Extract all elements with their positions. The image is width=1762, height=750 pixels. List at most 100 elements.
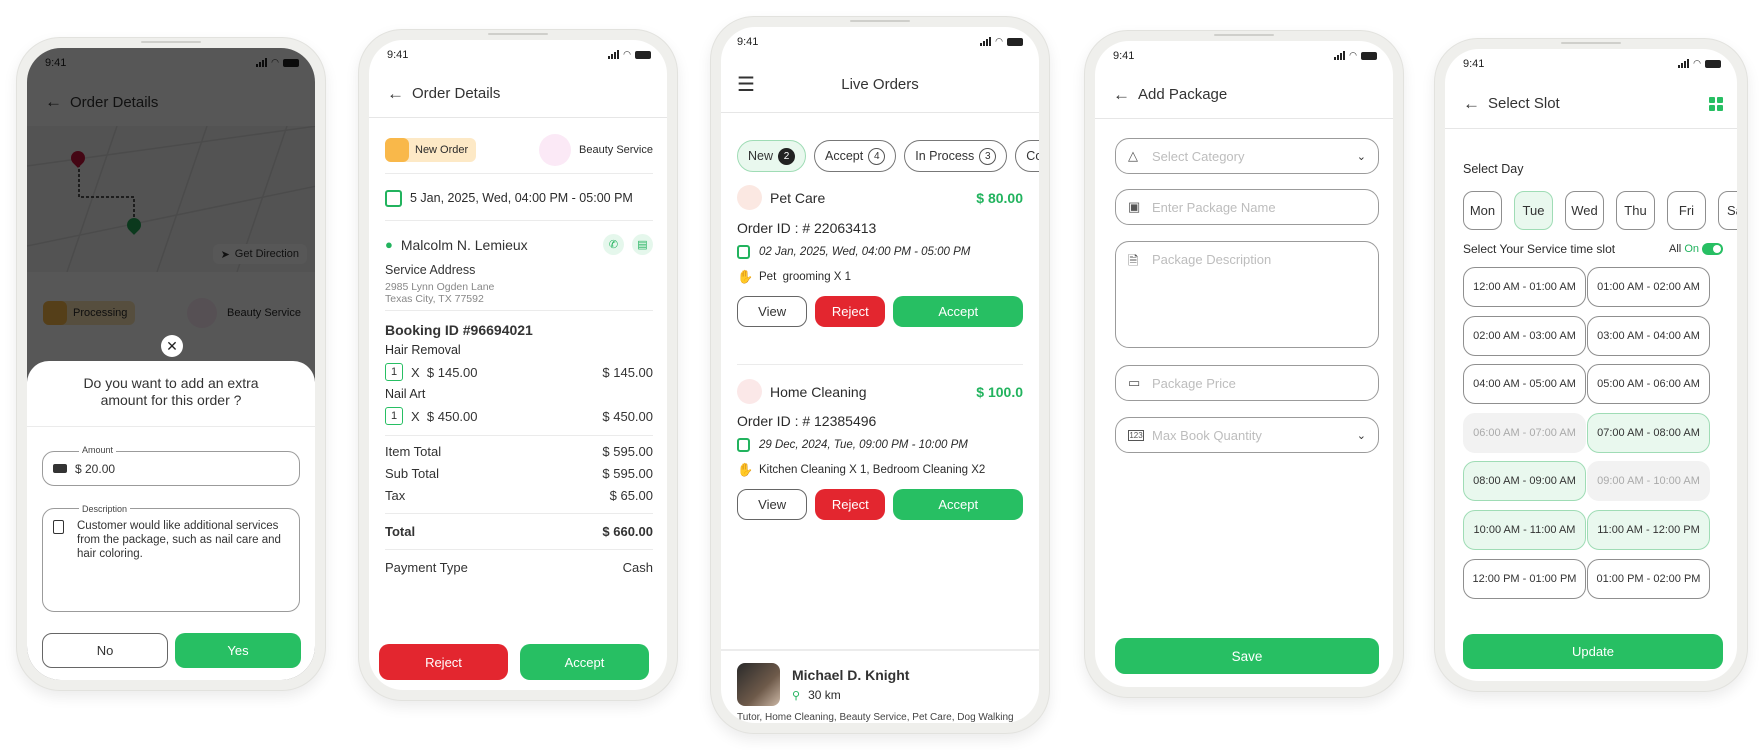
tab-accept[interactable]: Accept 4 [814,140,897,172]
home-cleaning-icon [737,379,762,404]
service-name: Pet Care [770,189,826,206]
time-slot[interactable]: 11:00 AM - 12:00 PM [1587,510,1710,550]
signal-icon [980,37,992,46]
back-arrow-icon[interactable]: ← [387,84,404,104]
page-title: Select Slot [1488,95,1560,112]
item-unit-price: X $ 450.00 [411,408,478,424]
item-hair-removal: Hair Removal 1 X $ 145.00 $ 145.00 [385,343,653,381]
package-description-input[interactable]: 🗎 Package Description [1115,241,1379,348]
order-id: Order ID : # 22063413 [737,220,877,236]
category-select[interactable]: △ Select Category ⌄ [1115,138,1379,174]
time-slot[interactable]: 01:00 AM - 02:00 AM [1587,267,1710,307]
view-button[interactable]: View [737,296,808,327]
yes-button[interactable]: Yes [175,633,301,668]
package-description-placeholder: Package Description [1152,252,1272,267]
order-datetime: 02 Jan, 2025, Wed, 04:00 PM - 05:00 PM [759,246,971,258]
time-slot-header: Select Your Service time slot All On [1463,242,1723,256]
provider-card[interactable]: Michael D. Knight ⚲ 30 km Tutor, Home Cle… [721,649,1039,723]
description-field[interactable]: Description Customer would like addition… [42,502,300,612]
summary-label: Sub Total [385,466,439,481]
phone-notch [1214,34,1274,36]
status-icons: ◠ [1678,58,1721,69]
update-button[interactable]: Update [1463,634,1723,669]
screen: 9:41 ◠ ← Select Slot Select Day Mon Tue … [1445,49,1737,681]
signal-icon [1334,51,1346,60]
description-value: Customer would like additional services … [77,520,281,560]
grid-view-icon[interactable] [1709,97,1723,111]
time-slot[interactable]: 12:00 AM - 01:00 AM [1463,267,1586,307]
time-slot[interactable]: 02:00 AM - 03:00 AM [1463,315,1586,356]
package-name-input[interactable]: ▣ Enter Package Name [1115,189,1379,225]
amount-field[interactable]: Amount $ 20.00 [42,445,300,486]
day-fri[interactable]: Fri [1667,191,1706,230]
document-icon: 🗎 [1128,253,1139,268]
wifi-icon: ◠ [995,36,1003,46]
time-slot[interactable]: 04:00 AM - 05:00 AM [1463,364,1586,405]
all-slots-toggle[interactable] [1702,243,1723,255]
screen: 9:41 ◠ ☰ Live Orders New 2 Accept 4 In Pro… [721,27,1039,723]
item-name: Nail Art [385,387,426,401]
screen: 9:41 ◠ ← Order Details ➤Get Direction Pr… [27,48,315,680]
max-quantity-select[interactable]: 123 Max Book Quantity ⌄ [1115,417,1379,453]
back-arrow-icon[interactable]: ← [1113,85,1130,105]
status-icons: ◠ [980,36,1023,47]
day-wed[interactable]: Wed [1565,191,1604,230]
tab-count: 4 [868,147,886,165]
back-arrow-icon[interactable]: ← [1463,94,1480,114]
reject-button[interactable]: Reject [815,296,886,327]
summary-tax: Tax $ 65.00 [385,488,653,503]
screen: 9:41 ◠ ← Order Details New Order Beauty … [369,40,667,690]
view-button[interactable]: View [737,489,808,520]
service-label: Beauty Service [579,143,653,156]
time-slot[interactable]: 03:00 AM - 04:00 AM [1587,315,1710,356]
page-title: Order Details [412,85,501,102]
order-price: $ 100.0 [976,383,1023,400]
time-slot[interactable]: 10:00 AM - 11:00 AM [1463,510,1586,550]
tab-new[interactable]: New 2 [737,140,807,172]
accept-button[interactable]: Accept [520,644,649,680]
day-mon[interactable]: Mon [1463,191,1502,230]
menu-icon[interactable]: ☰ [737,72,755,97]
close-dialog-button[interactable]: ✕ [161,335,183,357]
time-slot-label: Select Your Service time slot [1463,242,1616,256]
order-id: Order ID : # 12385496 [737,413,877,429]
page-title: Add Package [1138,86,1228,103]
reject-button[interactable]: Reject [379,644,508,680]
package-price-input[interactable]: ▭ Package Price [1115,365,1379,401]
phone-live-orders: 9:41 ◠ ☰ Live Orders New 2 Accept 4 In Pro… [710,16,1050,734]
call-button[interactable]: ✆ [603,234,624,255]
header: ☰ Live Orders [721,57,1039,113]
item-nail-art: Nail Art 1 X $ 450.00 $ 450.00 [385,387,653,425]
time-slot[interactable]: 12:00 PM - 01:00 PM [1463,558,1586,599]
time-slot[interactable]: 07:00 AM - 08:00 AM [1587,412,1710,453]
document-icon [53,520,64,534]
order-card: Home Cleaning $ 100.0 Order ID : # 123854… [737,379,1023,549]
tab-in-process[interactable]: In Process 3 [904,140,1008,172]
tab-count: 3 [979,147,997,165]
summary-value: $ 595.00 [602,466,653,481]
time-slot[interactable]: 01:00 PM - 02:00 PM [1587,558,1710,599]
accept-button[interactable]: Accept [893,296,1023,327]
time-slot[interactable]: 08:00 AM - 09:00 AM [1463,461,1586,502]
day-thu[interactable]: Thu [1616,191,1655,230]
tab-completed[interactable]: Comp [1015,140,1039,172]
save-button[interactable]: Save [1115,638,1379,674]
status-bar: 9:41 ◠ [1445,49,1737,79]
phone-notch [141,41,201,43]
provider-avatar [737,663,780,706]
time-slot[interactable]: 05:00 AM - 06:00 AM [1587,364,1710,405]
tab-label: In Process [915,149,975,163]
chat-button[interactable]: ▤ [632,234,653,255]
item-name: Hair Removal [385,343,461,357]
accept-button[interactable]: Accept [893,489,1023,520]
all-label: All [1669,243,1682,255]
status-time: 9:41 [387,49,409,61]
screen: 9:41 ◠ ← Add Package △ Select Category ⌄ ▣… [1095,41,1393,687]
day-tue[interactable]: Tue [1514,191,1553,230]
day-sat[interactable]: Sa [1718,191,1737,230]
no-button[interactable]: No [42,633,168,668]
phone-order-details: 9:41 ◠ ← Order Details New Order Beauty … [358,29,678,701]
total-value: $ 660.00 [602,524,653,539]
reject-button[interactable]: Reject [815,489,886,520]
signal-icon [1678,59,1690,68]
